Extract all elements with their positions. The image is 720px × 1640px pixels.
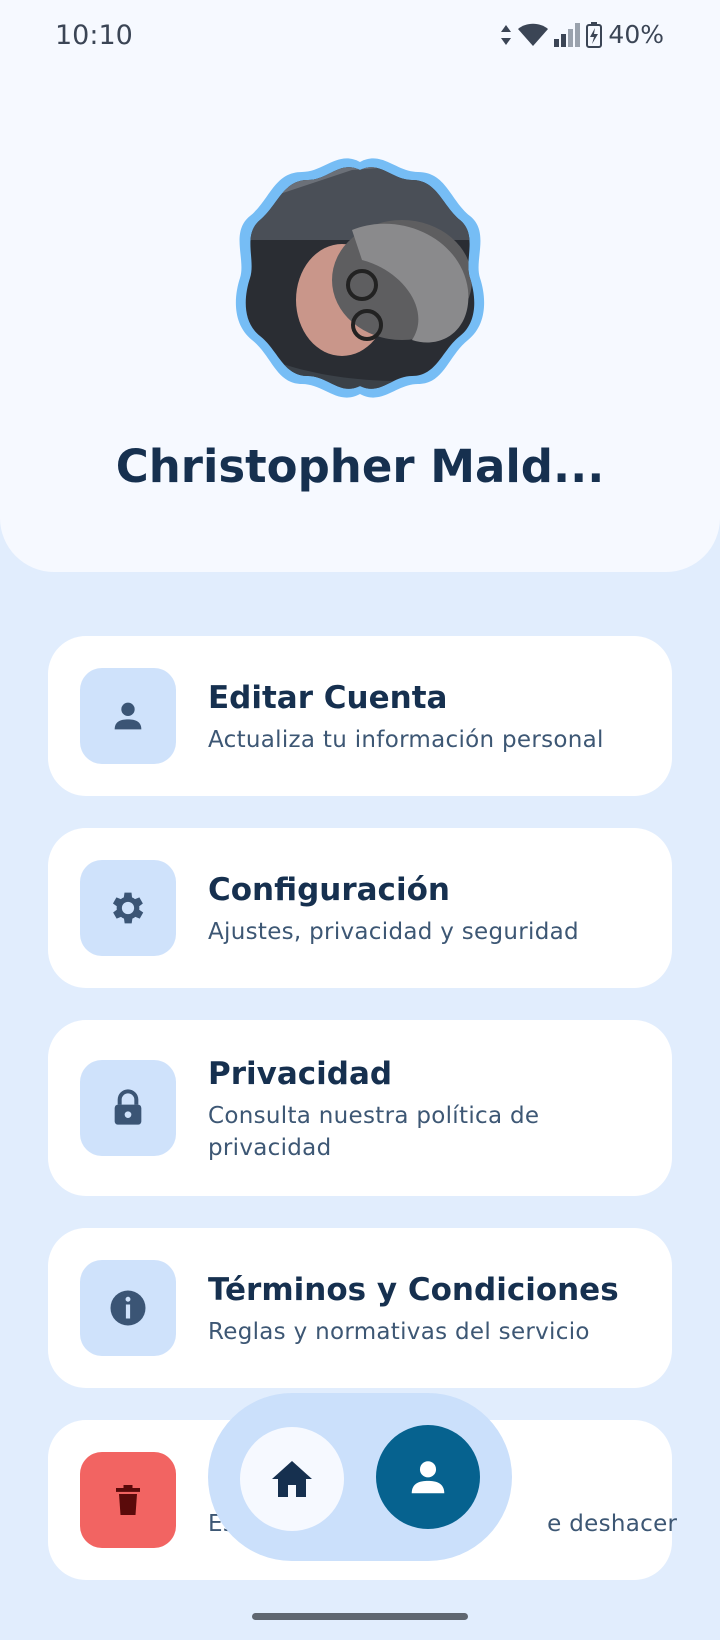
battery-percent: 40% <box>608 20 664 49</box>
nav-home-button[interactable] <box>240 1427 344 1531</box>
profile-name: Christopher Mald... <box>115 440 605 493</box>
person-icon <box>114 702 142 730</box>
bottom-nav <box>208 1393 512 1561</box>
menu-item-title: Editar Cuenta <box>208 680 448 716</box>
lock-icon <box>114 1089 142 1125</box>
menu-item-privacy[interactable]: Privacidad Consulta nuestra política de … <box>48 1020 672 1196</box>
menu-item-subtitle: Reglas y normativas del servicio <box>208 1319 590 1345</box>
delete-account-icon-box <box>80 1452 176 1548</box>
battery-icon <box>586 21 603 48</box>
signal-icon <box>554 22 581 47</box>
home-indicator[interactable] <box>252 1613 468 1620</box>
menu-item-settings[interactable]: Configuración Ajustes, privacidad y segu… <box>48 828 672 988</box>
privacy-icon-box <box>80 1060 176 1156</box>
menu-item-subtitle: Ajustes, privacidad y seguridad <box>208 919 579 945</box>
terms-icon-box <box>80 1260 176 1356</box>
menu-item-title: Términos y Condiciones <box>208 1272 619 1308</box>
trash-icon <box>116 1485 140 1515</box>
gear-icon <box>112 892 144 924</box>
menu-item-subtitle: Consulta nuestra política de privacidad <box>208 1103 540 1161</box>
status-time: 10:10 <box>55 20 133 51</box>
wifi-icon <box>518 23 549 46</box>
data-arrows-icon <box>501 24 512 45</box>
status-icons: 40% <box>500 20 664 49</box>
profile-header: 10:10 40% Christopher Mald... <box>0 0 720 572</box>
nav-profile-button[interactable] <box>376 1425 480 1529</box>
menu-item-title: Configuración <box>208 872 450 908</box>
menu-item-subtitle: Actualiza tu información personal <box>208 727 604 753</box>
menu-item-terms[interactable]: Términos y Condiciones Reglas y normativ… <box>48 1228 672 1388</box>
settings-icon-box <box>80 860 176 956</box>
menu-item-edit-account[interactable]: Editar Cuenta Actualiza tu información p… <box>48 636 672 796</box>
avatar[interactable] <box>232 150 488 406</box>
edit-account-icon-box <box>80 668 176 764</box>
home-icon <box>272 1461 312 1497</box>
menu-item-title: Privacidad <box>208 1056 393 1092</box>
info-icon <box>110 1290 146 1326</box>
status-bar: 10:10 40% <box>0 0 720 72</box>
person-icon <box>411 1461 445 1494</box>
